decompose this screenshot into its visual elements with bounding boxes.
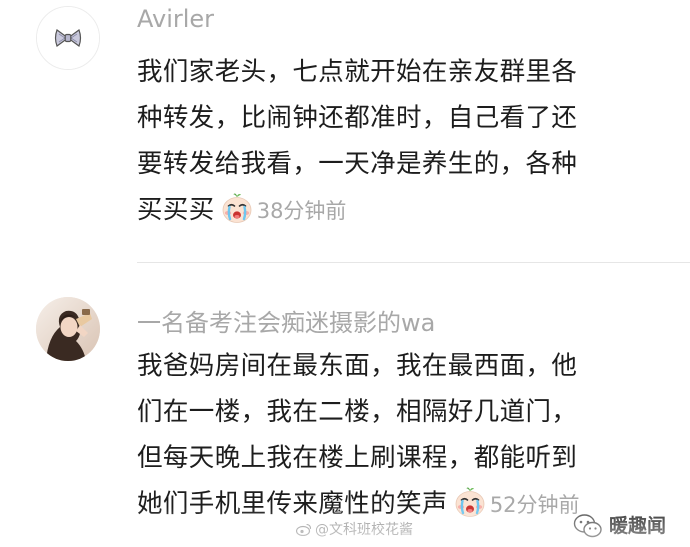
brand-name: 暖趣闻 xyxy=(609,515,667,537)
brand-watermark: 暖趣闻 xyxy=(573,511,666,539)
comment-item: 一名备考注会痴迷摄影的wa 我爸妈房间在最东面，我在最西面，他 们在一楼，我在二… xyxy=(0,264,690,547)
comment-line: 但每天晚上我在楼上刷课程，都能听到 xyxy=(137,443,578,473)
crying-face-emoji-icon xyxy=(454,486,486,518)
crying-face-emoji-icon xyxy=(221,192,253,224)
bow-avatar-icon xyxy=(37,7,99,69)
comment-body: 我爸妈房间在最东面，我在最西面，他 们在一楼，我在二楼，相隔好几道门， 但每天晚… xyxy=(137,343,657,528)
weibo-icon xyxy=(296,523,312,536)
comment-timestamp: 52分钟前 xyxy=(489,493,580,517)
comment-line: 我们家老头，七点就开始在亲友群里各 xyxy=(137,57,578,87)
comment-last-line: 买买买 38分钟前 xyxy=(137,187,657,234)
comment-thread: Avirler 我们家老头，七点就开始在亲友群里各 种转发，比闹钟还都准时，自己… xyxy=(0,0,690,547)
comment-line: 我爸妈房间在最东面，我在最西面，他 xyxy=(137,351,578,381)
comment-line: 们在一楼，我在二楼，相隔好几道门， xyxy=(137,397,578,427)
comment-username[interactable]: Avirler xyxy=(137,5,214,33)
comment-divider xyxy=(137,262,690,263)
comment-line: 她们手机里传来魔性的笑声 xyxy=(137,489,448,519)
comment-line: 要转发给我看，一天净是养生的，各种 xyxy=(137,149,578,179)
photo-avatar-icon xyxy=(36,297,100,361)
comment-username[interactable]: 一名备考注会痴迷摄影的wa xyxy=(137,303,435,338)
comment-body: 我们家老头，七点就开始在亲友群里各 种转发，比闹钟还都准时，自己看了还 要转发给… xyxy=(137,49,657,234)
avatar[interactable] xyxy=(36,6,100,70)
weibo-watermark: @文科班校花酱 xyxy=(296,519,413,539)
comment-line: 买买买 xyxy=(137,195,215,225)
comment-line: 种转发，比闹钟还都准时，自己看了还 xyxy=(137,103,578,133)
comment-item: Avirler 我们家老头，七点就开始在亲友群里各 种转发，比闹钟还都准时，自己… xyxy=(0,0,690,262)
avatar[interactable] xyxy=(36,297,100,361)
wechat-icon xyxy=(573,514,602,538)
comment-timestamp: 38分钟前 xyxy=(256,199,347,223)
watermark-text: @文科班校花酱 xyxy=(315,522,413,538)
